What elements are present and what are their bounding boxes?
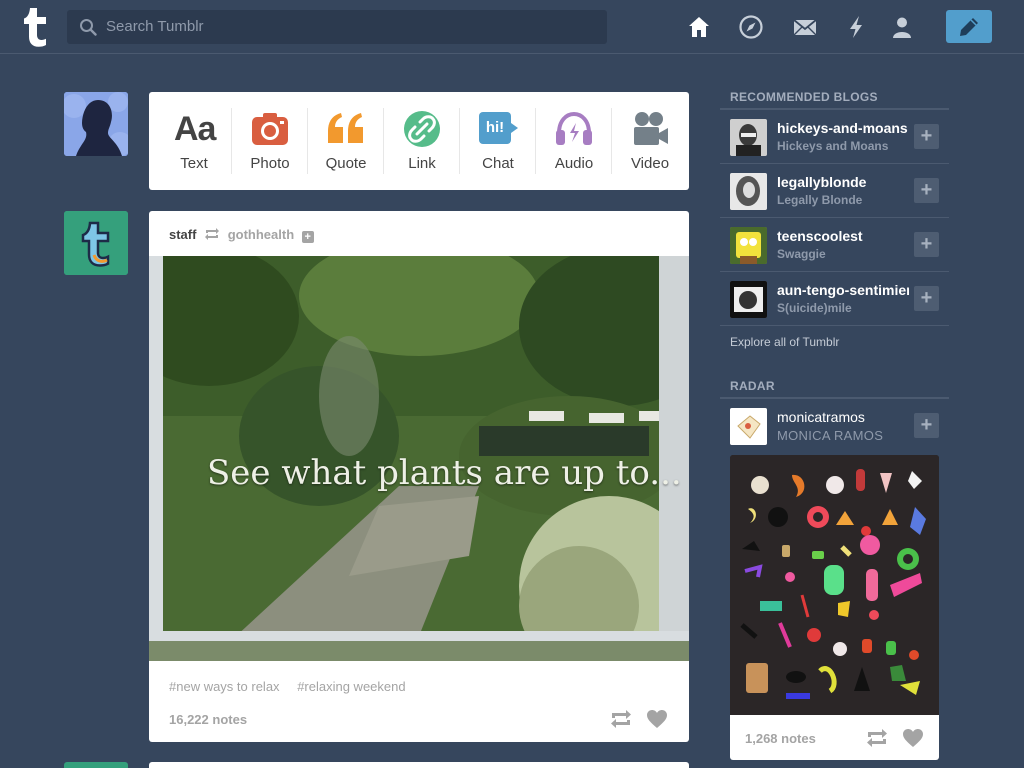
blog-title: Swaggie	[777, 247, 826, 261]
reblog-icon[interactable]	[610, 708, 632, 730]
explore-link[interactable]: Explore all of Tumblr	[730, 335, 839, 349]
camera-icon	[252, 113, 288, 145]
heart-icon[interactable]	[902, 727, 924, 749]
compose-button[interactable]	[946, 10, 992, 43]
recommended-blog-item[interactable]: hickeys-and-moans Hickeys and Moans +	[720, 110, 949, 164]
next-post	[149, 762, 689, 768]
pencil-icon	[960, 18, 978, 36]
post-type-label: Link	[408, 155, 436, 172]
quote-icon	[328, 113, 363, 143]
post-type-label: Audio	[554, 155, 594, 172]
radar-post-footer: 1,268 notes	[730, 715, 939, 760]
tumblr-logo[interactable]	[16, 6, 52, 48]
reblog-icon	[205, 228, 220, 240]
search-icon	[80, 19, 97, 36]
blog-avatar[interactable]	[730, 227, 767, 264]
blog-avatar[interactable]	[730, 408, 767, 445]
chat-bubble-icon: hi!	[478, 109, 518, 149]
user-avatar[interactable]	[64, 92, 128, 156]
blog-name[interactable]: legallyblonde	[777, 174, 909, 190]
radar-notes-count[interactable]: 1,268 notes	[745, 731, 816, 746]
heart-icon[interactable]	[646, 708, 668, 730]
blog-title: Hickeys and Moans	[777, 139, 889, 153]
recommended-blog-item[interactable]: aun-tengo-sentimientos S(uicide)mile +	[720, 272, 949, 326]
reblog-icon[interactable]	[866, 727, 888, 749]
blog-title: S(uicide)mile	[777, 301, 852, 315]
post-photo[interactable]: See what plants are up to...	[149, 256, 689, 661]
post-type-link[interactable]: Link	[384, 92, 460, 190]
post-notes-count[interactable]: 16,222 notes	[169, 712, 247, 727]
follow-plus-button[interactable]: +	[914, 413, 939, 438]
blog-avatar[interactable]	[730, 281, 767, 318]
post-type-bar: Aa Text Photo Quote Link hi! Chat Audio …	[149, 92, 689, 190]
chain-link-icon	[404, 111, 440, 147]
post-tag[interactable]: #new ways to relax	[169, 679, 280, 694]
post-photo-caption: See what plants are up to...	[207, 453, 682, 493]
recommended-blogs-heading: RECOMMENDED BLOGS	[730, 90, 878, 104]
account-person-icon[interactable]	[889, 14, 915, 40]
follow-plus-button[interactable]: +	[914, 286, 939, 311]
staff-avatar[interactable]	[64, 211, 128, 275]
text-aa-icon: Aa	[174, 110, 216, 148]
post-type-video[interactable]: Video	[612, 92, 688, 190]
post-type-label: Text	[180, 155, 208, 172]
post-type-chat[interactable]: hi! Chat	[460, 92, 536, 190]
plus-icon[interactable]: +	[301, 231, 314, 243]
blog-title: MONICA RAMOS	[777, 428, 884, 443]
post-type-audio[interactable]: Audio	[536, 92, 612, 190]
messages-mail-icon[interactable]	[792, 14, 818, 40]
post-type-label: Chat	[482, 155, 514, 172]
blog-name[interactable]: hickeys-and-moans	[777, 120, 909, 136]
blog-avatar[interactable]	[730, 119, 767, 156]
blog-avatar[interactable]	[730, 173, 767, 210]
post-tags: #new ways to relax #relaxing weekend	[169, 679, 420, 694]
top-bar: Search Tumblr	[0, 0, 1024, 54]
follow-plus-button[interactable]: +	[914, 232, 939, 257]
blog-name[interactable]: aun-tengo-sentimientos	[777, 282, 909, 298]
post-type-photo[interactable]: Photo	[232, 92, 308, 190]
post-author-link[interactable]: staff	[169, 227, 196, 242]
blog-name[interactable]: monicatramos	[777, 409, 909, 425]
radar-blog-item[interactable]: monicatramos MONICA RAMOS +	[720, 399, 949, 453]
explore-compass-icon[interactable]	[738, 14, 764, 40]
search-bar[interactable]: Search Tumblr	[67, 10, 607, 44]
recommended-blog-item[interactable]: teenscoolest Swaggie +	[720, 218, 949, 272]
post-type-label: Video	[630, 155, 670, 172]
radar-post-image[interactable]	[730, 455, 939, 715]
next-post-avatar[interactable]	[64, 762, 128, 768]
follow-plus-button[interactable]: +	[914, 124, 939, 149]
post-type-text[interactable]: Aa Text	[156, 92, 232, 190]
headphones-icon	[556, 111, 592, 145]
post-type-label: Photo	[250, 155, 290, 172]
search-input[interactable]: Search Tumblr	[106, 18, 204, 35]
blog-title: Legally Blonde	[777, 193, 863, 207]
dashboard-post: staff gothhealth + See what plants are u…	[149, 211, 689, 742]
radar-heading: RADAR	[730, 379, 775, 393]
home-icon[interactable]	[686, 14, 712, 40]
post-type-label: Quote	[325, 155, 367, 172]
post-tag[interactable]: #relaxing weekend	[297, 679, 405, 694]
video-camera-icon	[634, 112, 668, 145]
post-header: staff gothhealth +	[169, 227, 314, 243]
blog-name[interactable]: teenscoolest	[777, 228, 909, 244]
recommended-blog-item[interactable]: legallyblonde Legally Blonde +	[720, 164, 949, 218]
activity-lightning-icon[interactable]	[843, 14, 869, 40]
post-type-quote[interactable]: Quote	[308, 92, 384, 190]
follow-plus-button[interactable]: +	[914, 178, 939, 203]
post-source-link[interactable]: gothhealth	[228, 227, 294, 242]
